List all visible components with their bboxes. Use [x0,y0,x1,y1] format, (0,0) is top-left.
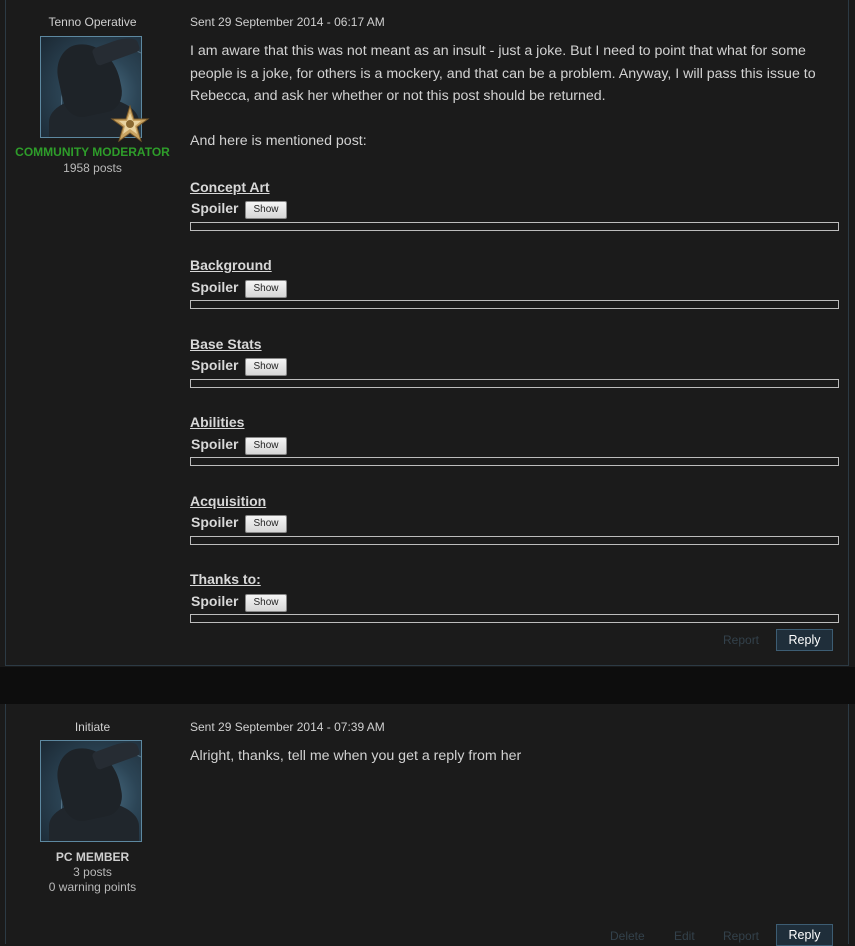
author-post-count: 3 posts [73,865,112,879]
section-title: Thanks to: [190,571,261,587]
reply-button[interactable]: Reply [776,924,833,946]
spoiler-label: Spoiler [191,279,239,295]
author-rank: Tenno Operative [48,15,137,29]
post-separator [0,667,855,704]
post-date: Sent 29 September 2014 - 06:17 AM [190,15,385,29]
section-title: Background [190,257,272,273]
author-role: PC MEMBER [55,850,130,864]
spoiler-label: Spoiler [191,200,239,216]
section-title: Abilities [190,414,245,430]
section-title: Base Stats [190,336,262,352]
report-link[interactable]: Report [723,633,759,647]
moderator-star-badge-icon [110,105,150,143]
section-title: Concept Art [190,179,270,195]
post-date: Sent 29 September 2014 - 07:39 AM [190,720,385,734]
author-role: COMMUNITY MODERATOR [15,145,170,159]
avatar[interactable] [40,740,142,842]
author-rank: Initiate [74,720,111,734]
spoiler-content [190,614,839,623]
spoiler-label: Spoiler [191,514,239,530]
post-line: I am aware that this was not meant as an… [190,43,806,59]
post-body: Alright, thanks, tell me when you get a … [190,748,522,764]
post-2-author: Initiate [5,720,180,734]
spoiler-label: Spoiler [191,436,239,452]
post-1-author: Tenno Operative [5,15,180,29]
spoiler-label: Spoiler [191,593,239,609]
spoiler-content [190,300,839,309]
spoiler-content [190,379,839,388]
spoiler-content [190,536,839,545]
report-link[interactable]: Report [723,929,759,943]
author-post-count: 1958 posts [63,161,122,175]
section-title: Acquisition [190,493,267,509]
post-line: Rebecca, and ask her whether or not this… [190,88,606,104]
spoiler-content [190,222,839,231]
spoiler-label: Spoiler [191,357,239,373]
spoiler-show-button[interactable]: Show [245,594,287,612]
spoiler-show-button[interactable]: Show [245,437,287,455]
reply-button[interactable]: Reply [776,629,833,651]
author-warning-points: 0 warning points [48,880,137,894]
spoiler-show-button[interactable]: Show [245,201,287,219]
post-line: people is a joke, for others is a mocker… [190,65,816,82]
spoiler-content [190,457,839,466]
post-line: And here is mentioned post: [190,133,367,149]
spoiler-show-button[interactable]: Show [245,358,287,376]
post-body: I am aware that this was not meant as an… [190,40,816,108]
spoiler-show-button[interactable]: Show [245,515,287,533]
delete-link[interactable]: Delete [610,929,645,943]
spoiler-show-button[interactable]: Show [245,280,287,298]
edit-link[interactable]: Edit [674,929,695,943]
